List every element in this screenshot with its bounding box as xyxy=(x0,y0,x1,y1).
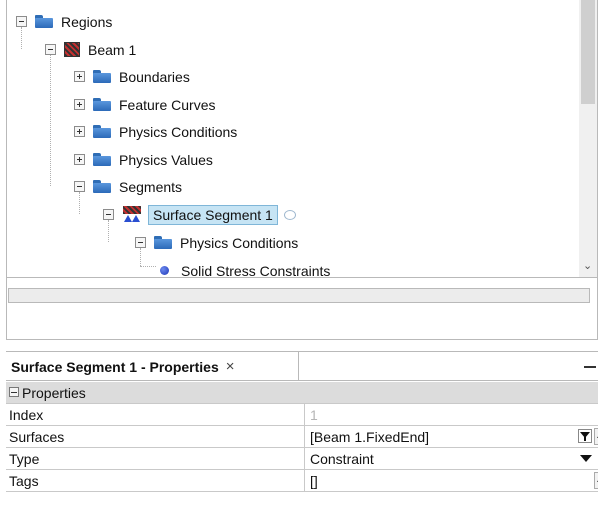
tree-item-label: Regions xyxy=(61,13,113,30)
tree-item-label: Solid Stress Constraints xyxy=(181,262,331,278)
scrollbar-thumb[interactable] xyxy=(581,0,595,104)
tree-item-physics-conditions[interactable]: Physics Conditions xyxy=(74,118,237,145)
property-row-surfaces[interactable]: Surfaces [Beam 1.FixedEnd] ... xyxy=(6,426,598,448)
comment-icon[interactable] xyxy=(283,209,296,220)
condition-icon xyxy=(160,266,169,275)
tags-edit-button[interactable]: ... xyxy=(594,472,598,489)
expand-toggle[interactable] xyxy=(74,71,85,82)
tree-item-label: Feature Curves xyxy=(119,96,216,113)
tree-item-segments[interactable]: Segments xyxy=(74,173,182,200)
property-row-type[interactable]: Type Constraint xyxy=(6,448,598,470)
properties-table: Properties Index 1 Surfaces [Beam 1.Fixe… xyxy=(6,382,598,492)
simulation-tree[interactable]: Regions Beam 1 Boundaries Feature Curves… xyxy=(6,0,598,278)
properties-tab-title: Surface Segment 1 - Properties xyxy=(11,358,219,375)
tree-item-solid-stress-constraints[interactable]: Solid Stress Constraints xyxy=(160,257,331,278)
property-key: Index xyxy=(9,407,44,423)
tree-item-boundaries[interactable]: Boundaries xyxy=(74,63,190,90)
tree-item-beam-1[interactable]: Beam 1 xyxy=(45,36,136,63)
tree-item-surface-segment-1[interactable]: Surface Segment 1 xyxy=(103,201,296,228)
expand-toggle[interactable] xyxy=(74,126,85,137)
chevron-down-icon[interactable]: ⌄ xyxy=(583,259,592,272)
properties-panel-header: Surface Segment 1 - Properties × xyxy=(6,351,598,381)
tree-item-label: Physics Values xyxy=(119,151,213,168)
region-icon xyxy=(64,42,80,57)
property-key: Surfaces xyxy=(9,429,65,445)
folder-icon xyxy=(93,98,111,111)
expand-toggle[interactable] xyxy=(74,99,85,110)
tree-connector xyxy=(50,54,51,186)
collapse-toggle[interactable] xyxy=(74,181,85,192)
tree-item-label: Physics Conditions xyxy=(180,234,299,251)
tree-item-label: Boundaries xyxy=(119,68,190,85)
folder-icon xyxy=(93,125,111,138)
collapse-toggle[interactable] xyxy=(45,44,56,55)
property-key: Tags xyxy=(9,473,39,489)
tree-item-segment-physics-conditions[interactable]: Physics Conditions xyxy=(135,229,298,256)
surfaces-edit-button[interactable]: ... xyxy=(594,428,598,445)
folder-icon xyxy=(35,15,53,28)
close-icon[interactable]: × xyxy=(226,358,235,375)
property-row-index: Index 1 xyxy=(6,404,598,426)
property-value[interactable]: [Beam 1.FixedEnd] xyxy=(310,429,429,445)
filter-icon[interactable] xyxy=(578,429,592,443)
tree-item-label: Beam 1 xyxy=(88,41,137,58)
tree-connector xyxy=(140,266,156,267)
tree-item-regions[interactable]: Regions xyxy=(16,8,112,35)
property-row-tags[interactable]: Tags [] ... xyxy=(6,470,598,492)
tree-item-label: Surface Segment 1 xyxy=(148,204,278,225)
expand-toggle[interactable] xyxy=(74,154,85,165)
collapse-toggle[interactable] xyxy=(9,387,19,397)
property-value[interactable]: [] xyxy=(310,473,318,489)
tree-vertical-scrollbar[interactable]: ⌄ xyxy=(579,0,597,277)
group-label: Properties xyxy=(22,385,86,401)
tree-item-label: Physics Conditions xyxy=(119,123,238,140)
collapse-toggle[interactable] xyxy=(135,237,146,248)
chevron-down-icon[interactable] xyxy=(580,455,592,462)
folder-icon xyxy=(93,180,111,193)
folder-icon xyxy=(154,236,172,249)
folder-icon xyxy=(93,70,111,83)
minimize-icon[interactable] xyxy=(584,366,596,368)
tree-horizontal-scrollbar[interactable] xyxy=(8,288,590,303)
tab-properties[interactable]: Surface Segment 1 - Properties × xyxy=(6,352,299,381)
type-select[interactable]: Constraint xyxy=(310,451,374,467)
tree-item-physics-values[interactable]: Physics Values xyxy=(74,146,213,173)
folder-icon xyxy=(93,153,111,166)
tree-item-feature-curves[interactable]: Feature Curves xyxy=(74,91,215,118)
collapse-toggle[interactable] xyxy=(103,209,114,220)
properties-group-header[interactable]: Properties xyxy=(6,382,598,404)
property-key: Type xyxy=(9,451,40,467)
property-value: 1 xyxy=(310,407,318,423)
collapse-toggle[interactable] xyxy=(16,16,27,27)
surface-segment-icon xyxy=(122,205,142,224)
tree-item-label: Segments xyxy=(119,178,183,195)
